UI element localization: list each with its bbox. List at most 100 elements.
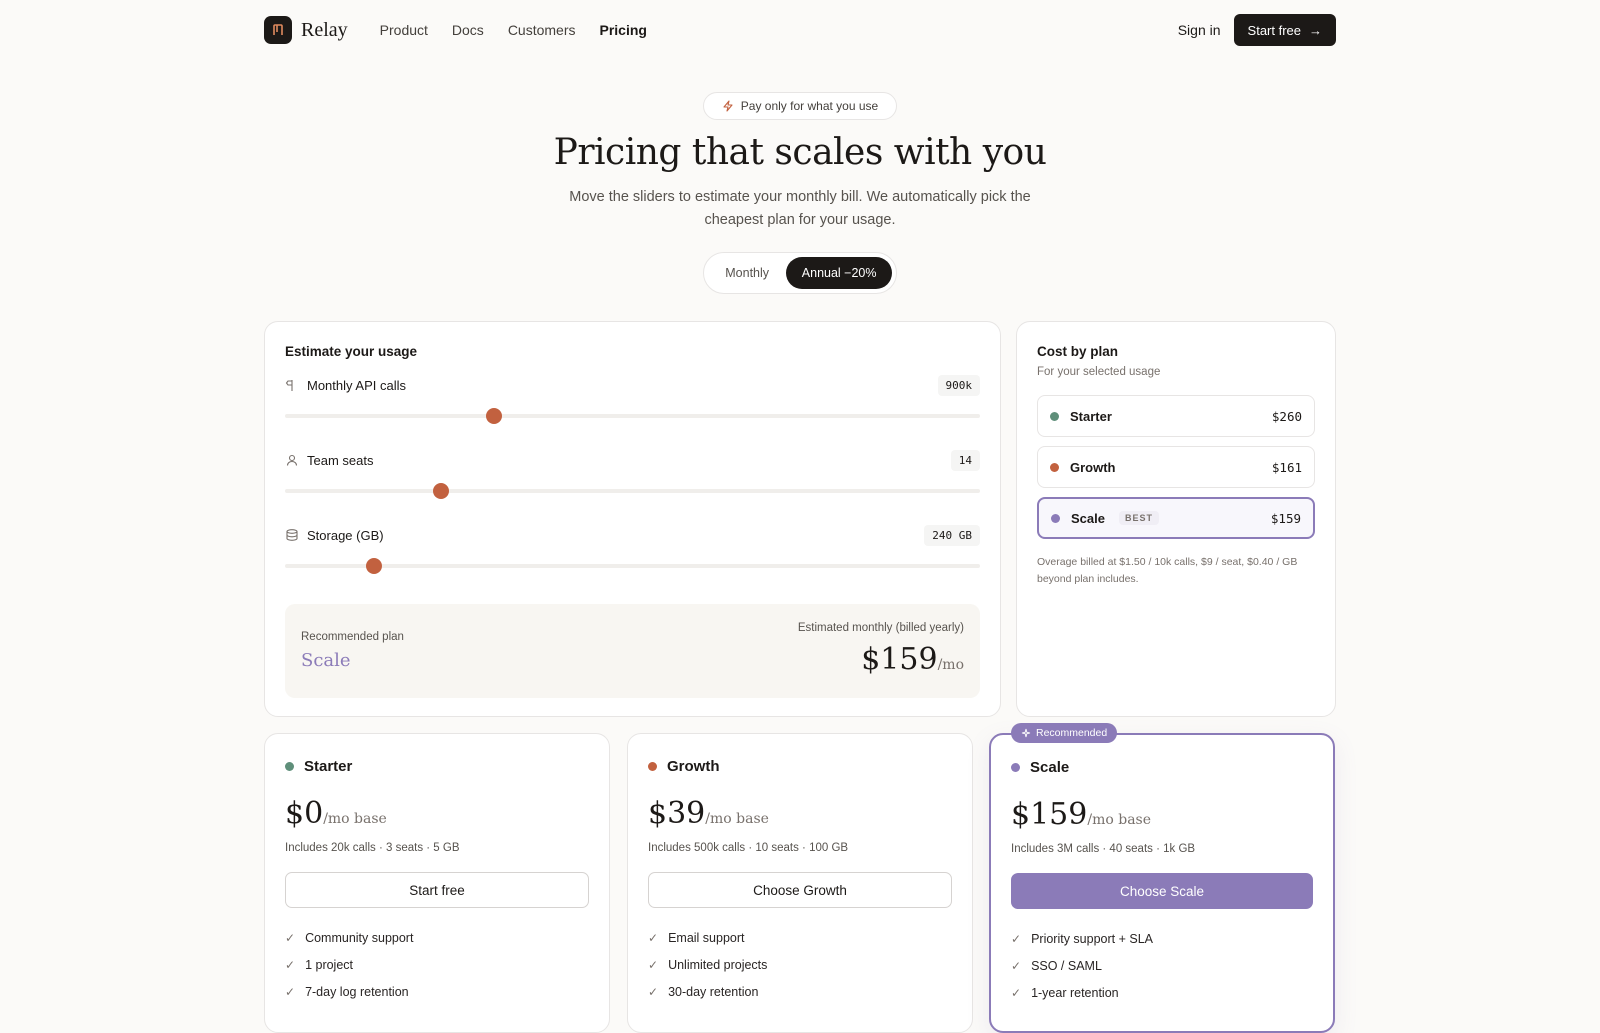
scale-dot-icon	[1011, 763, 1020, 772]
overage-note: Overage billed at $1.50 / 10k calls, $9 …	[1037, 556, 1298, 585]
tier-price-unit: /mo base	[705, 811, 769, 827]
user-icon	[286, 454, 298, 466]
tier-price: $0/mo base	[285, 796, 387, 831]
api-calls-value: 900k	[937, 374, 980, 396]
nav-links: Product Docs Customers Pricing	[380, 22, 647, 38]
nav-customers[interactable]: Customers	[508, 22, 576, 38]
feature-label: Email support	[668, 930, 745, 945]
tier-includes: Includes 500k calls · 10 seats · 100 GB	[648, 842, 849, 854]
team-seats-label: Team seats	[307, 452, 374, 468]
nav-pricing[interactable]: Pricing	[600, 22, 647, 38]
team-seats-slider-row: Team seats 14	[285, 449, 980, 499]
team-seats-slider-thumb[interactable]	[433, 483, 450, 499]
api-calls-slider-row: Monthly API calls 900k	[285, 374, 980, 424]
toggle-monthly[interactable]: Monthly	[708, 257, 786, 289]
team-seats-track[interactable]	[285, 483, 980, 499]
page-subtitle: Move the sliders to estimate your monthl…	[569, 189, 1031, 228]
tier-name: Growth	[667, 758, 720, 775]
toggle-annual[interactable]: Annual −20%	[786, 257, 892, 289]
api-calls-track[interactable]	[285, 408, 980, 424]
check-icon: ✓	[285, 930, 296, 945]
logo[interactable]: Relay	[264, 16, 348, 44]
storage-slider-row: Storage (GB) 240 GB	[285, 524, 980, 574]
storage-label: Storage (GB)	[307, 527, 384, 543]
arrow-right-icon: →	[1309, 22, 1322, 38]
tier-features: ✓ Email support ✓ Unlimited projects ✓ 30-d…	[648, 924, 767, 1005]
plan-cost-name: Growth	[1070, 459, 1116, 475]
tier-card-starter: Starter $0/mo base Includes 20k calls · …	[264, 733, 610, 1033]
feature-item: ✓ 1 project	[285, 951, 413, 978]
feature-label: 7-day log retention	[305, 984, 409, 999]
usage-estimator-card: Estimate your usage Monthly API calls 90…	[264, 321, 1001, 717]
estimate-price-unit: /mo	[937, 657, 964, 673]
tier-price: $39/mo base	[648, 796, 769, 831]
estimator-title: Estimate your usage	[285, 344, 418, 359]
growth-dot-icon	[1050, 462, 1059, 472]
pay-per-use-pill: Pay only for what you use	[703, 92, 897, 120]
best-badge: BEST	[1118, 511, 1159, 525]
api-calls-slider-thumb[interactable]	[485, 408, 502, 424]
tier-card-scale: Recommended Scale $159/mo base Includes …	[989, 723, 1335, 1033]
tier-includes: Includes 20k calls · 3 seats · 5 GB	[285, 842, 460, 854]
feature-item: ✓ Priority support + SLA	[1011, 925, 1153, 952]
check-icon: ✓	[648, 984, 659, 999]
brand-name: Relay	[301, 18, 348, 41]
feature-item: ✓ 1-year retention	[1011, 979, 1153, 1006]
start-free-button[interactable]: Start free →	[1233, 14, 1336, 46]
feature-label: SSO / SAML	[1031, 958, 1102, 973]
check-icon: ✓	[1011, 985, 1022, 1000]
check-icon: ✓	[285, 984, 296, 999]
recommended-badge-label: Recommended	[1036, 727, 1108, 739]
feature-item: ✓ SSO / SAML	[1011, 952, 1153, 979]
team-seats-value: 14	[950, 449, 980, 471]
check-icon: ✓	[285, 957, 296, 972]
tier-name: Starter	[304, 758, 353, 775]
feature-label: 1-year retention	[1031, 985, 1119, 1000]
start-free-tier-button[interactable]: Start free	[285, 872, 589, 908]
pill-label: Pay only for what you use	[740, 99, 879, 113]
estimated-monthly-price: $159/mo	[861, 642, 964, 677]
starter-dot-icon	[1050, 411, 1059, 421]
api-calls-label: Monthly API calls	[307, 377, 406, 393]
storage-value: 240 GB	[924, 524, 980, 546]
page-title: Pricing that scales with you	[553, 132, 1047, 173]
starter-dot-icon	[285, 762, 294, 771]
tier-includes: Includes 3M calls · 40 seats · 1k GB	[1011, 843, 1196, 855]
recommendation-panel: Recommended plan Scale Estimated monthly…	[285, 604, 980, 698]
feature-item: ✓ Community support	[285, 924, 413, 951]
feature-label: 1 project	[305, 957, 354, 972]
check-icon: ✓	[1011, 931, 1022, 946]
feature-label: Community support	[305, 930, 414, 945]
tier-price-value: $39	[648, 796, 706, 831]
estimate-price-value: $159	[861, 642, 938, 677]
cost-by-plan-card: Cost by plan For your selected usage Sta…	[1016, 321, 1336, 717]
cost-by-plan-subtitle: For your selected usage	[1037, 366, 1161, 378]
nav-docs[interactable]: Docs	[452, 22, 484, 38]
plan-cost-row-growth[interactable]: Growth $161	[1037, 446, 1315, 488]
feature-item: ✓ Unlimited projects	[648, 951, 767, 978]
sparkle-icon	[1021, 728, 1031, 738]
sign-in-link[interactable]: Sign in	[1178, 22, 1221, 38]
tier-price: $159/mo base	[1011, 797, 1151, 832]
feature-item: ✓ Email support	[648, 924, 767, 951]
growth-dot-icon	[648, 762, 657, 771]
tier-features: ✓ Priority support + SLA ✓ SSO / SAML ✓ 1-y…	[1011, 925, 1153, 1006]
check-icon: ✓	[648, 957, 659, 972]
database-icon	[286, 529, 298, 541]
recommended-plan-label: Recommended plan	[301, 631, 404, 643]
plan-cost-row-scale[interactable]: Scale BEST $159	[1037, 497, 1315, 539]
choose-growth-button[interactable]: Choose Growth	[648, 872, 952, 908]
check-icon: ✓	[1011, 958, 1022, 973]
plan-cost-row-starter[interactable]: Starter $260	[1037, 395, 1315, 437]
nav-product[interactable]: Product	[380, 22, 428, 38]
tier-price-value: $0	[285, 796, 324, 831]
tier-price-value: $159	[1011, 797, 1088, 832]
tier-features: ✓ Community support ✓ 1 project ✓ 7-day log…	[285, 924, 413, 1005]
feature-item: ✓ 30-day retention	[648, 978, 767, 1005]
storage-slider-thumb[interactable]	[365, 558, 382, 574]
plan-cost-price: $260	[1271, 408, 1302, 424]
choose-scale-button[interactable]: Choose Scale	[1011, 873, 1313, 909]
storage-track[interactable]	[285, 558, 980, 574]
lightning-icon	[723, 100, 733, 112]
estimated-monthly-label: Estimated monthly (billed yearly)	[797, 622, 964, 634]
